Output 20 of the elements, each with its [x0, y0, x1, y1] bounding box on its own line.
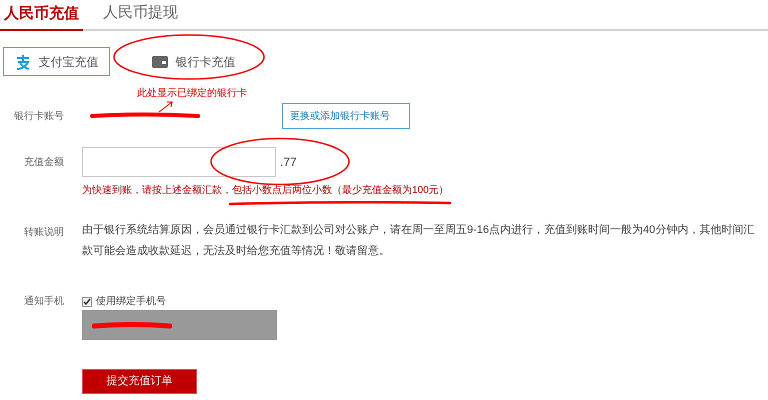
annotation-text: 此处显示已绑定的银行卡	[137, 88, 247, 99]
amount-hint: 为快速到账，请按上述金额汇款，包括小数点后两位小数（最少充值金额为100元）	[82, 185, 449, 196]
field-label: 通知手机	[23, 294, 65, 309]
transfer-note: 由于银行系统结算原因，会员通过银行卡汇款到公司对公账户，请在周一至周五9-16点内进行，充值到账时间一般为40分钟内，其他时间汇款可能会造成收款延迟，无法及时给您充值等情况！敬请留意。	[82, 222, 756, 259]
field-label: 转账说明	[23, 226, 65, 240]
payment-method-tab[interactable]: 支付宝充值	[3, 47, 110, 76]
alipay-icon	[14, 54, 30, 70]
phone-field[interactable]	[82, 310, 277, 340]
tab[interactable]: 人民币充值	[0, 0, 83, 31]
annotation-arrow	[157, 99, 175, 114]
amount-suffix: .77	[280, 154, 297, 171]
change-card-button[interactable]: 更换或添加银行卡账号	[282, 103, 410, 129]
checkbox[interactable]	[82, 296, 92, 306]
tab[interactable]: 人民币提现	[99, 0, 182, 29]
field-label: 银行卡账号	[13, 110, 65, 124]
amount-input[interactable]	[82, 147, 276, 177]
submit-button[interactable]: 提交充值订单	[82, 369, 197, 394]
card-icon	[152, 56, 168, 68]
field-label: 充值金额	[23, 156, 65, 170]
checkbox-label: 使用绑定手机号	[96, 294, 166, 309]
